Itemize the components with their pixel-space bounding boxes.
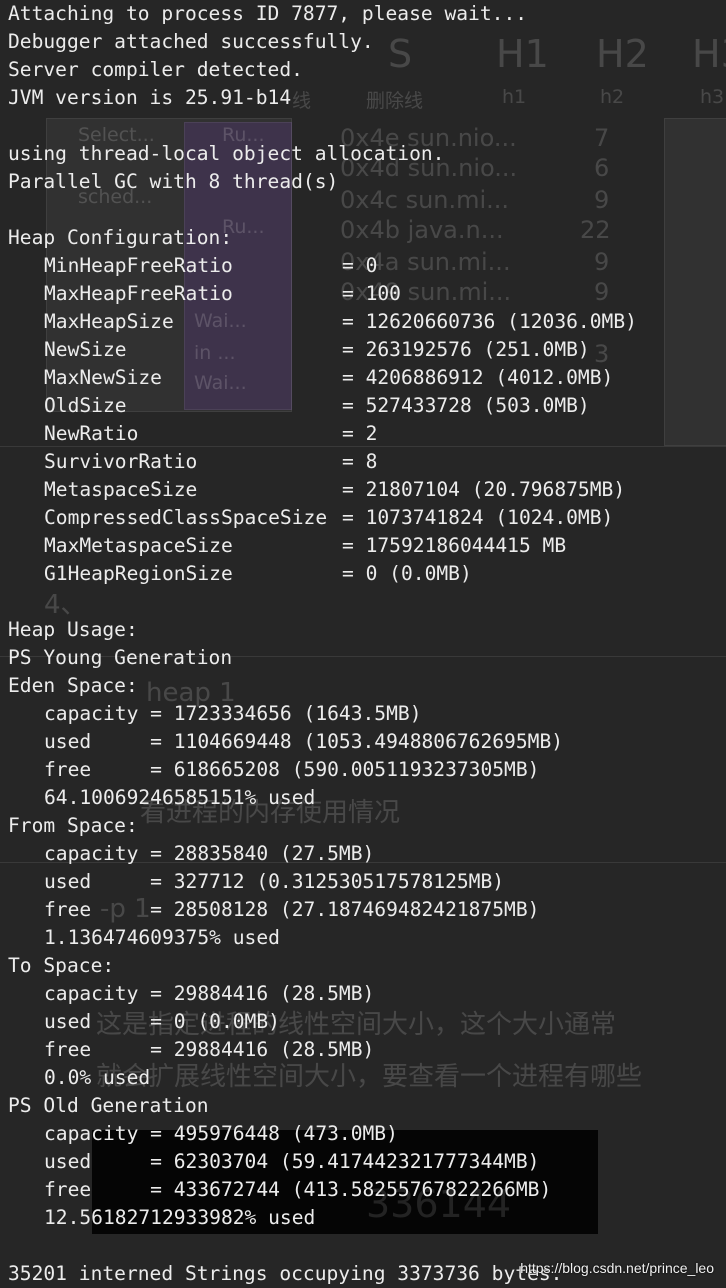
heap-config-row: MaxNewSize = 4206886912 (4012.0MB) (8, 364, 722, 392)
heap-config-row: NewSize = 263192576 (251.0MB) (8, 336, 722, 364)
config-value: = 100 (342, 282, 401, 305)
jvm-version: JVM version is 25.91-b14 (8, 86, 292, 109)
watermark-url: https://blog.csdn.net/prince_leo (520, 1260, 714, 1276)
config-key: MetaspaceSize (44, 478, 198, 501)
from-space-title: From Space: (8, 814, 138, 837)
heap-config-row: MaxHeapFreeRatio = 100 (8, 280, 722, 308)
heap-config-row: MinHeapFreeRatio = 0 (8, 252, 722, 280)
to-space-title: To Space: (8, 954, 115, 977)
config-value: = 263192576 (251.0MB) (342, 338, 590, 361)
config-key: SurvivorRatio (44, 450, 198, 473)
old-used: used = 62303704 (59.417442321777344MB) (44, 1150, 540, 1173)
heap-config-row: MaxMetaspaceSize = 17592186044415 MB (8, 532, 722, 560)
heap-config-row: G1HeapRegionSize = 0 (0.0MB) (8, 560, 722, 588)
heap-config-row: MaxHeapSize = 12620660736 (12036.0MB) (8, 308, 722, 336)
config-value: = 1073741824 (1024.0MB) (342, 506, 614, 529)
heap-config-row: MetaspaceSize = 21807104 (20.796875MB) (8, 476, 722, 504)
old-free: free = 433672744 (413.58255767822266MB) (44, 1178, 552, 1201)
heap-usage-title: Heap Usage: (8, 618, 138, 641)
from-used: used = 327712 (0.312530517578125MB) (44, 870, 505, 893)
to-capacity: capacity = 29884416 (28.5MB) (44, 982, 375, 1005)
from-capacity: capacity = 28835840 (27.5MB) (44, 842, 375, 865)
config-value: = 2 (342, 422, 378, 445)
config-key: MaxMetaspaceSize (44, 534, 233, 557)
heap-config-row: SurvivorRatio = 8 (8, 448, 722, 476)
young-generation-title: PS Young Generation (8, 646, 233, 669)
attach-message: Attaching to process ID 7877, please wai… (8, 2, 528, 25)
from-free: free = 28508128 (27.187469482421875MB) (44, 898, 540, 921)
eden-used-percent: 64.10069246585151% used (44, 786, 316, 809)
config-key: MaxHeapFreeRatio (44, 282, 233, 305)
heap-config-title: Heap Configuration: (8, 226, 233, 249)
config-key: OldSize (44, 394, 127, 417)
config-value: = 0 (342, 254, 378, 277)
from-used-percent: 1.136474609375% used (44, 926, 280, 949)
eden-capacity: capacity = 1723334656 (1643.5MB) (44, 702, 422, 725)
heap-config-row: OldSize = 527433728 (503.0MB) (8, 392, 722, 420)
eden-space-title: Eden Space: (8, 674, 138, 697)
config-value: = 0 (0.0MB) (342, 562, 472, 585)
to-free: free = 29884416 (28.5MB) (44, 1038, 375, 1061)
old-generation-title: PS Old Generation (8, 1094, 209, 1117)
config-value: = 12620660736 (12036.0MB) (342, 310, 637, 333)
config-key: NewSize (44, 338, 127, 361)
heap-config-row: CompressedClassSpaceSize = 1073741824 (10… (8, 504, 722, 532)
to-used-percent: 0.0% used (44, 1066, 151, 1089)
eden-free: free = 618665208 (590.0051193237305MB) (44, 758, 540, 781)
old-capacity: capacity = 495976448 (473.0MB) (44, 1122, 398, 1145)
old-used-percent: 12.56182712933982% used (44, 1206, 316, 1229)
debugger-attached-message: Debugger attached successfully. (8, 30, 374, 53)
config-value: = 8 (342, 450, 378, 473)
config-key: G1HeapRegionSize (44, 562, 233, 585)
config-key: MaxNewSize (44, 366, 162, 389)
compiler-message: Server compiler detected. (8, 58, 303, 81)
eden-used: used = 1104669448 (1053.4948806762695MB) (44, 730, 564, 753)
to-used: used = 0 (0.0MB) (44, 1010, 280, 1033)
config-key: MaxHeapSize (44, 310, 174, 333)
heap-config-row: NewRatio = 2 (8, 420, 722, 448)
config-key: MinHeapFreeRatio (44, 254, 233, 277)
config-key: NewRatio (44, 422, 139, 445)
allocation-message: using thread-local object allocation. (8, 142, 445, 165)
config-key: CompressedClassSpaceSize (44, 506, 328, 529)
config-value: = 527433728 (503.0MB) (342, 394, 590, 417)
config-value: = 21807104 (20.796875MB) (342, 478, 626, 501)
config-value: = 4206886912 (4012.0MB) (342, 366, 614, 389)
config-value: = 17592186044415 MB (342, 534, 567, 557)
gc-message: Parallel GC with 8 thread(s) (8, 170, 339, 193)
terminal-output[interactable]: Attaching to process ID 7877, please wai… (8, 0, 722, 1288)
